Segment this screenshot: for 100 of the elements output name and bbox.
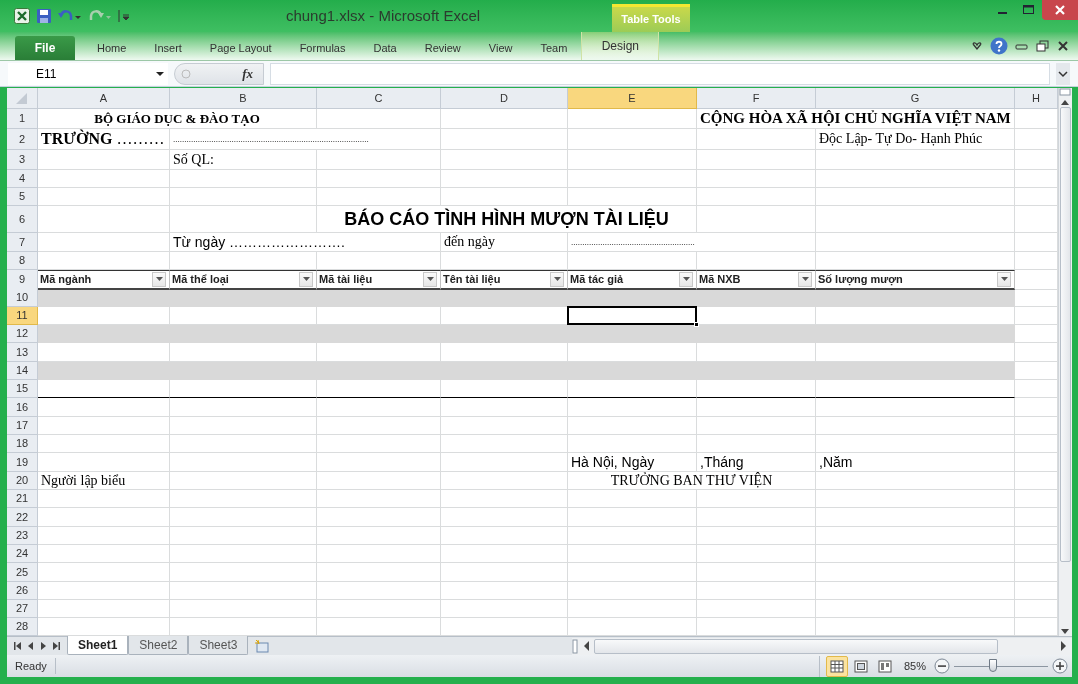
grid-cell[interactable] — [441, 472, 568, 490]
grid-cell[interactable] — [170, 206, 317, 233]
grid-cell[interactable] — [816, 545, 1015, 563]
row-number[interactable]: 16 — [7, 398, 38, 417]
grid-cell[interactable]: BÁO CÁO TÌNH HÌNH MƯỢN TÀI LIỆU — [317, 206, 697, 233]
save-icon[interactable] — [36, 8, 52, 24]
grid-cell[interactable] — [441, 380, 568, 398]
grid-cell[interactable] — [816, 508, 1015, 527]
grid-cell[interactable] — [816, 188, 1015, 206]
grid-cell[interactable] — [170, 435, 317, 453]
grid-cell[interactable] — [38, 398, 170, 417]
grid-cell[interactable] — [697, 188, 816, 206]
grid-cell[interactable] — [697, 398, 816, 417]
first-sheet-icon[interactable] — [13, 640, 22, 652]
column-header[interactable]: E — [568, 88, 697, 109]
grid-cell[interactable] — [568, 600, 697, 618]
row-number[interactable]: 12 — [7, 325, 38, 343]
grid-cell[interactable] — [441, 508, 568, 527]
row-number[interactable]: 27 — [7, 600, 38, 618]
grid-cell[interactable] — [816, 582, 1015, 600]
grid-cell[interactable]: Từ ngày ……………………. — [170, 233, 441, 252]
row-number[interactable]: 6 — [7, 206, 38, 233]
grid-cell[interactable] — [568, 398, 697, 417]
grid-cell[interactable] — [441, 453, 568, 472]
grid-cell[interactable] — [170, 527, 317, 545]
grid-cell[interactable] — [816, 563, 1015, 582]
close-icon[interactable] — [1042, 0, 1078, 20]
grid-cell[interactable] — [170, 417, 317, 435]
grid-cell[interactable] — [441, 527, 568, 545]
grid-cell[interactable] — [38, 150, 170, 170]
grid-cell[interactable]: Số QL: — [170, 150, 317, 170]
grid-cell[interactable] — [170, 563, 317, 582]
grid-cell[interactable] — [317, 545, 441, 563]
row-number[interactable]: 21 — [7, 490, 38, 508]
grid-cell[interactable] — [568, 508, 697, 527]
row-number[interactable]: 7 — [7, 233, 38, 252]
grid-cell[interactable]: ....................................................................................... — [170, 129, 441, 150]
grid-cell[interactable] — [317, 600, 441, 618]
row-number[interactable]: 4 — [7, 170, 38, 188]
ribbon-tab[interactable]: Team — [526, 36, 582, 60]
grid-cell[interactable] — [170, 600, 317, 618]
row-number[interactable]: 19 — [7, 453, 38, 472]
zoom-slider[interactable] — [954, 659, 1048, 673]
grid-cell[interactable] — [697, 527, 816, 545]
zoom-out-button[interactable] — [934, 658, 950, 674]
grid-cell[interactable] — [568, 563, 697, 582]
grid-cell[interactable] — [568, 170, 697, 188]
grid-cell[interactable] — [697, 417, 816, 435]
expand-formula-bar-icon[interactable] — [1056, 62, 1070, 85]
grid-cell[interactable] — [816, 417, 1015, 435]
grid-cell[interactable] — [38, 417, 170, 435]
grid-cell[interactable] — [816, 150, 1015, 170]
grid-cell[interactable] — [317, 453, 441, 472]
grid-cell[interactable] — [38, 380, 170, 398]
grid-cell[interactable] — [697, 435, 816, 453]
grid-cell[interactable] — [816, 600, 1015, 618]
grid-cell[interactable] — [816, 380, 1015, 398]
restore-window-icon[interactable] — [1035, 39, 1050, 53]
grid-cell[interactable]: Người lập biểu — [38, 472, 170, 490]
scrollbar-thumb[interactable] — [594, 638, 998, 654]
select-all-button[interactable] — [7, 88, 38, 109]
grid-cell[interactable] — [568, 417, 697, 435]
grid-cell[interactable] — [816, 435, 1015, 453]
grid-cell[interactable] — [697, 582, 816, 600]
grid-cell[interactable] — [317, 380, 441, 398]
grid-cell[interactable] — [317, 527, 441, 545]
ribbon-tab[interactable]: Page Layout — [195, 36, 286, 60]
grid-cell[interactable]: ,Tháng — [697, 453, 816, 472]
next-sheet-icon[interactable] — [39, 640, 48, 652]
grid-cell[interactable]: TRƯỞNG BAN THƯ VIỆN — [568, 472, 816, 490]
ribbon-tab[interactable]: Review — [410, 36, 475, 60]
grid-cell[interactable]: Độc Lập- Tự Do- Hạnh Phúc — [816, 129, 1015, 150]
filter-button[interactable] — [679, 271, 693, 287]
scrollbar-thumb[interactable] — [1060, 107, 1071, 562]
grid-cell[interactable] — [568, 490, 697, 508]
grid-cell[interactable] — [170, 188, 317, 206]
column-header[interactable]: D — [441, 88, 568, 109]
grid-cell[interactable] — [697, 206, 816, 233]
grid-cell[interactable] — [568, 545, 697, 563]
grid-cell[interactable] — [697, 545, 816, 563]
row-number[interactable]: 18 — [7, 435, 38, 453]
grid-cell[interactable] — [816, 170, 1015, 188]
grid-cell[interactable] — [170, 170, 317, 188]
grid-cell[interactable] — [38, 600, 170, 618]
row-number[interactable]: 1 — [7, 109, 38, 129]
column-header[interactable]: H — [1015, 88, 1058, 109]
fill-handle[interactable] — [694, 322, 699, 327]
row-number[interactable]: 2 — [7, 129, 38, 150]
grid-cell[interactable] — [38, 508, 170, 527]
filter-button[interactable] — [997, 271, 1011, 287]
column-header[interactable]: G — [816, 88, 1015, 109]
grid-cell[interactable] — [816, 527, 1015, 545]
ribbon-tab[interactable]: Data — [359, 36, 411, 60]
ribbon-tab[interactable]: Insert — [140, 36, 196, 60]
grid-cell[interactable] — [170, 380, 317, 398]
grid-cell[interactable] — [317, 109, 441, 129]
vertical-scrollbar[interactable] — [1058, 88, 1072, 636]
grid-cell[interactable] — [568, 109, 697, 129]
close-workbook-icon[interactable] — [1056, 39, 1070, 53]
grid-cell[interactable] — [441, 545, 568, 563]
